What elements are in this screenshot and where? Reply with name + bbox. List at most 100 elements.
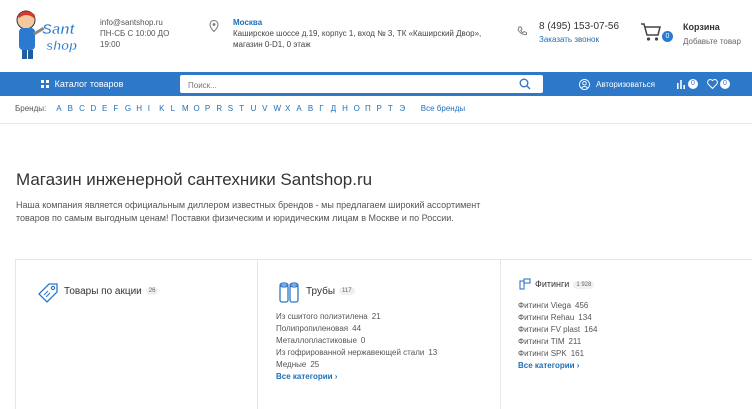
- brand-letter-link[interactable]: Н: [342, 104, 353, 113]
- all-categories-link[interactable]: Все категории ›: [276, 371, 437, 383]
- brand-letter-link[interactable]: S: [228, 104, 239, 113]
- grid-icon: [40, 80, 49, 88]
- page-description: Наша компания является официальным дилле…: [16, 200, 481, 223]
- subcategory-list: Из сшитого полиэтилена 21 Полипропиленова…: [276, 311, 437, 383]
- card-title: Трубы 117: [306, 286, 355, 297]
- brand-letter-link[interactable]: H: [136, 104, 147, 113]
- brand-letter-link[interactable]: V: [262, 104, 273, 113]
- login-link[interactable]: Авторизоваться: [579, 72, 655, 96]
- cart-subtitle: Добавьте товар: [683, 37, 741, 46]
- brand-letter-link[interactable]: T: [239, 104, 250, 113]
- card-title: Товары по акции 26: [64, 286, 159, 297]
- brand-letter-link[interactable]: Э: [399, 104, 410, 113]
- brand-letter-link[interactable]: W: [274, 104, 285, 113]
- card-count-badge: 117: [339, 287, 355, 296]
- brand-letter-link[interactable]: О: [354, 104, 365, 113]
- brand-letter-link[interactable]: P: [205, 104, 216, 113]
- subcategory-item[interactable]: Фитинги TIM 211: [518, 336, 597, 348]
- pipes-icon: [279, 282, 299, 303]
- brand-letter-link[interactable]: Т: [388, 104, 399, 113]
- svg-text:Sant: Sant: [42, 21, 76, 38]
- catalog-button[interactable]: Каталог товаров: [0, 72, 164, 96]
- compare-icon: [677, 80, 685, 89]
- favorites-link[interactable]: 0: [707, 78, 730, 90]
- category-cards: Товары по акции 26 Трубы 117 Из сшитого по…: [15, 259, 752, 409]
- subcategory-item[interactable]: Фитинги FV plast 164: [518, 324, 597, 336]
- city-link[interactable]: Москва: [233, 17, 483, 28]
- email-link[interactable]: info@santshop.ru: [100, 17, 175, 28]
- category-card-fittings[interactable]: Фитинги 1 928 Фитинги Viega 456 Фитинги Re…: [501, 260, 752, 409]
- brand-letter-link[interactable]: B: [68, 104, 79, 113]
- user-icon: [579, 78, 590, 90]
- catalog-label: Каталог товаров: [54, 79, 124, 89]
- cart-count-badge: 0: [662, 31, 673, 42]
- brand-letter-link[interactable]: E: [102, 104, 113, 113]
- fittings-icon: [519, 278, 531, 290]
- all-brands-link[interactable]: Все бренды: [421, 104, 465, 113]
- brands-bar: Бренды: ABCDEFGHIKLMOPRSTUVWXАВГДНОПРТЭ …: [15, 104, 465, 113]
- brand-letter-link[interactable]: Р: [376, 104, 387, 113]
- heart-icon: [707, 79, 718, 89]
- card-count-badge: 26: [145, 287, 159, 296]
- callback-link[interactable]: Заказать звонок: [539, 35, 599, 44]
- card-title: Фитинги 1 928: [535, 279, 595, 289]
- card-title-text: Трубы: [306, 286, 336, 297]
- subcategory-item[interactable]: Полипропиленовая 44: [276, 323, 437, 335]
- cart-icon[interactable]: [640, 22, 662, 42]
- all-categories-link[interactable]: Все категории ›: [518, 360, 597, 372]
- subcategory-item[interactable]: Из гофрированной нержавеющей стали 13: [276, 347, 437, 359]
- store-address: Москва Каширское шоссе д.19, корпус 1, в…: [233, 17, 483, 50]
- compare-link[interactable]: 0: [676, 78, 698, 90]
- phone-number[interactable]: 8 (495) 153-07-56: [539, 21, 619, 32]
- page-title: Магазин инженерной сантехники Santshop.r…: [16, 170, 373, 189]
- work-hours: ПН-СБ С 10:00 ДО 19:00: [100, 29, 170, 49]
- brand-letter-link[interactable]: A: [56, 104, 67, 113]
- brand-letter-link[interactable]: X: [285, 104, 296, 113]
- search-input[interactable]: [180, 76, 510, 95]
- cart-title[interactable]: Корзина: [683, 22, 720, 32]
- brand-letter-link[interactable]: G: [125, 104, 136, 113]
- tag-icon: [38, 283, 58, 303]
- main-navbar: Каталог товаров Авторизоваться 0 0: [0, 72, 752, 96]
- brand-letter-link[interactable]: I: [148, 104, 159, 113]
- subcategory-item[interactable]: Из сшитого полиэтилена 21: [276, 311, 437, 323]
- card-title-text: Товары по акции: [64, 286, 142, 297]
- login-label: Авторизоваться: [596, 79, 655, 89]
- brand-letter-link[interactable]: Г: [319, 104, 330, 113]
- subcategory-item[interactable]: Фитинги Rehau 134: [518, 312, 597, 324]
- subcategory-item[interactable]: Медные 25: [276, 359, 437, 371]
- brand-letter-link[interactable]: C: [79, 104, 90, 113]
- subcategory-item[interactable]: Фитинги SPK 161: [518, 348, 597, 360]
- subcategory-item[interactable]: Фитинги Viega 456: [518, 300, 597, 312]
- card-title-text: Фитинги: [535, 279, 570, 289]
- favorites-count-badge: 0: [720, 79, 730, 89]
- search-box: [180, 75, 543, 95]
- subcategory-item[interactable]: Металлопластиковые 0: [276, 335, 437, 347]
- phone-icon: [517, 26, 527, 36]
- subcategory-list: Фитинги Viega 456 Фитинги Rehau 134 Фитинг…: [518, 300, 597, 372]
- category-card-pipes[interactable]: Трубы 117 Из сшитого полиэтилена 21 Полипр…: [258, 260, 501, 409]
- brand-letter-link[interactable]: M: [182, 104, 193, 113]
- brand-letter-link[interactable]: Д: [331, 104, 342, 113]
- contact-info: info@santshop.ru ПН-СБ С 10:00 ДО 19:00: [100, 17, 175, 50]
- brand-letter-link[interactable]: В: [308, 104, 319, 113]
- search-icon[interactable]: [519, 78, 531, 90]
- location-pin-icon: [209, 20, 219, 32]
- category-card-promo[interactable]: Товары по акции 26: [16, 260, 258, 409]
- brand-letter-link[interactable]: F: [113, 104, 124, 113]
- santshop-logo[interactable]: Sant shop: [12, 6, 86, 62]
- compare-count-badge: 0: [688, 79, 698, 89]
- brand-letter-link[interactable]: U: [251, 104, 262, 113]
- brand-letters: ABCDEFGHIKLMOPRSTUVWXАВГДНОПРТЭ: [56, 104, 411, 113]
- brand-letter-link[interactable]: П: [365, 104, 376, 113]
- brand-letter-link[interactable]: L: [171, 104, 182, 113]
- brand-letter-link[interactable]: D: [91, 104, 102, 113]
- brand-letter-link[interactable]: K: [159, 104, 170, 113]
- site-header: Sant shop info@santshop.ru ПН-СБ С 10:00…: [0, 0, 752, 70]
- brands-label: Бренды:: [15, 104, 47, 113]
- brand-letter-link[interactable]: А: [296, 104, 307, 113]
- svg-text:shop: shop: [46, 38, 77, 53]
- card-count-badge: 1 928: [573, 280, 595, 289]
- brand-letter-link[interactable]: R: [216, 104, 227, 113]
- brand-letter-link[interactable]: O: [193, 104, 204, 113]
